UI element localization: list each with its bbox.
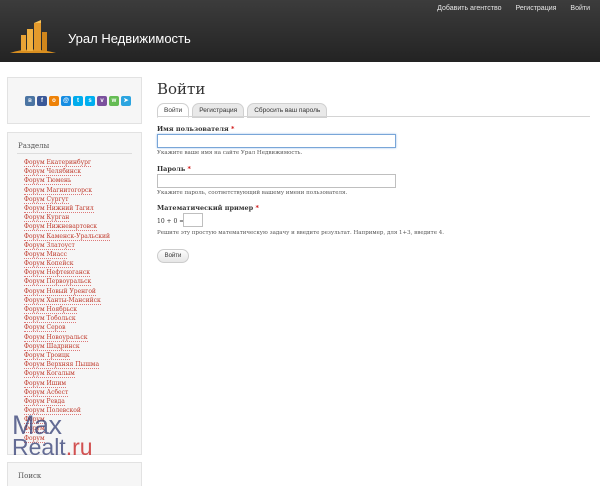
whatsapp-icon[interactable]: w	[109, 96, 119, 106]
forum-link[interactable]: Форум Сургут	[24, 195, 69, 204]
forum-list-item: Форум Магнитогорск	[24, 186, 110, 195]
forum-list-item: Форум Ноябрьск	[24, 305, 110, 314]
odnoklassniki-icon[interactable]: о	[49, 96, 59, 106]
forum-link[interactable]: Форум Нефтеюганск	[24, 269, 90, 278]
forum-list-item: Форум Верхняя Пышма	[24, 360, 110, 370]
page-title: Войти	[157, 80, 206, 98]
facebook-icon[interactable]: f	[37, 96, 47, 106]
moimir-icon[interactable]: @	[61, 96, 71, 106]
forum-link[interactable]: Форум Асбест	[24, 388, 69, 397]
username-label: Имя пользователя *	[157, 125, 235, 133]
forum-list-item: Форум Ревда	[24, 397, 110, 406]
forum-list-item: Форум Нижневартовск	[24, 222, 110, 232]
add-agency-link[interactable]: Добавить агентство	[437, 5, 501, 12]
forum-link[interactable]: Форум Каменск-Уральский	[24, 232, 111, 241]
forum-link[interactable]: Форум Нижневартовск	[24, 223, 98, 232]
login-submit-button[interactable]: Войти	[157, 249, 189, 263]
captcha-answer-field[interactable]	[183, 213, 203, 227]
password-field[interactable]	[157, 174, 396, 188]
forum-list-item: Форум Ишим	[24, 379, 110, 388]
forum-link[interactable]: Форум Ханты-Мансийск	[24, 296, 101, 305]
vk-icon[interactable]: в	[25, 96, 35, 106]
login-link[interactable]: Войти	[570, 5, 590, 12]
top-links: Добавить агентство Регистрация Войти	[437, 5, 590, 12]
tab-divider	[157, 116, 590, 117]
password-description: Укажите пароль, соответствующий вашему и…	[157, 190, 348, 196]
twitter-icon[interactable]: t	[73, 96, 83, 106]
forum-list-item: Форум Шадринск	[24, 342, 110, 351]
forum-list: Форум Екатеринбург Форум Челябинск Форум Т…	[24, 158, 111, 443]
telegram-icon[interactable]: ➤	[121, 96, 131, 106]
search-block: Поиск	[7, 462, 142, 486]
forum-link[interactable]: Форум Шадринск	[24, 342, 80, 351]
forum-list-item: Форум Новый Уренгой	[24, 287, 110, 296]
forum-list-item: Форум Челябинск	[24, 167, 110, 177]
forum-link[interactable]: Форум Ревда	[24, 397, 65, 406]
forum-link[interactable]: Форум Серов	[24, 324, 66, 333]
captcha-question: 10 + 0 =	[157, 218, 185, 225]
forum-link[interactable]: Форум Златоуст	[24, 241, 75, 250]
forum-list-item: Форум Когалым	[24, 369, 110, 379]
forum-link[interactable]: Форум Первоуральск	[24, 278, 92, 287]
forum-link[interactable]: Форум Когалым	[24, 370, 75, 379]
forum-list-item: Форум Нефтеюганск	[24, 268, 110, 278]
forum-link[interactable]: Форум Курган	[24, 214, 70, 223]
forum-link[interactable]: Форум Тюмень	[24, 177, 72, 186]
forum-list-item: Форум Екатеринбург	[24, 158, 110, 167]
forum-link[interactable]: Форум Новый Уренгой	[24, 287, 96, 296]
forum-link[interactable]: Форум Новоуральск	[24, 333, 88, 342]
site-name[interactable]: Урал Недвижимость	[68, 31, 191, 46]
sections-title: Разделы	[18, 142, 50, 150]
forum-link[interactable]: Форум Тобольск	[24, 315, 76, 324]
viber-icon[interactable]: v	[97, 96, 107, 106]
forum-list-item: Форум Миасс	[24, 250, 110, 259]
share-buttons: в f о @ t s v w ➤	[25, 96, 131, 106]
captcha-description: Решите эту простую математическую задачу…	[157, 230, 444, 236]
password-label: Пароль *	[157, 165, 191, 173]
skype-icon[interactable]: s	[85, 96, 95, 106]
forum-link[interactable]: Форум Ноябрьск	[24, 306, 77, 314]
register-link[interactable]: Регистрация	[515, 5, 556, 12]
forum-link[interactable]: Форум Нижний Тагил	[24, 204, 94, 213]
forum-list-item: Форум Ханты-Мансийск	[24, 296, 110, 305]
forum-link[interactable]: Форум Троицк	[24, 351, 70, 360]
forum-list-item: Форум Нижний Тагил	[24, 204, 110, 213]
forum-list-item: Форум Асбест	[24, 388, 110, 397]
forum-link[interactable]: Форум Копейск	[24, 260, 74, 269]
forum-list-item: Форум Златоуст	[24, 241, 110, 250]
sections-block: Разделы Форум Екатеринбург Форум Челябинс…	[7, 132, 142, 455]
watermark: Max Realt.ru	[12, 410, 147, 460]
forum-list-item: Форум Троицк	[24, 351, 110, 360]
forum-list-item: Форум Каменск-Уральский	[24, 232, 111, 241]
forum-link[interactable]: Форум Магнитогорск	[24, 186, 93, 195]
search-title: Поиск	[18, 472, 42, 480]
share-block: в f о @ t s v w ➤	[7, 77, 142, 124]
forum-list-item: Форум Новоуральск	[24, 333, 110, 342]
forum-list-item: Форум Тобольск	[24, 314, 110, 324]
forum-list-item: Форум Сургут	[24, 195, 110, 204]
logo[interactable]	[8, 20, 58, 54]
forum-list-item: Форум Тюмень	[24, 176, 110, 186]
username-field[interactable]	[157, 134, 396, 148]
forum-list-item: Форум Первоуральск	[24, 277, 110, 287]
forum-link[interactable]: Форум Верхняя Пышма	[24, 361, 100, 370]
forum-list-item: Форум Серов	[24, 323, 110, 333]
forum-list-item: Форум Курган	[24, 213, 110, 223]
watermark-realt: Realt.ru	[12, 434, 93, 460]
username-description: Укажите ваше имя на сайте Урал Недвижимо…	[157, 150, 303, 156]
forum-link[interactable]: Форум Екатеринбург	[24, 159, 92, 167]
forum-link[interactable]: Форум Миасс	[24, 250, 67, 259]
forum-list-item: Форум Копейск	[24, 259, 110, 269]
forum-link[interactable]: Форум Ишим	[24, 379, 67, 388]
site-header: Урал Недвижимость Добавить агентство Рег…	[0, 0, 600, 62]
divider	[17, 153, 132, 154]
captcha-label: Математический пример *	[157, 204, 259, 212]
forum-link[interactable]: Форум Челябинск	[24, 168, 82, 177]
